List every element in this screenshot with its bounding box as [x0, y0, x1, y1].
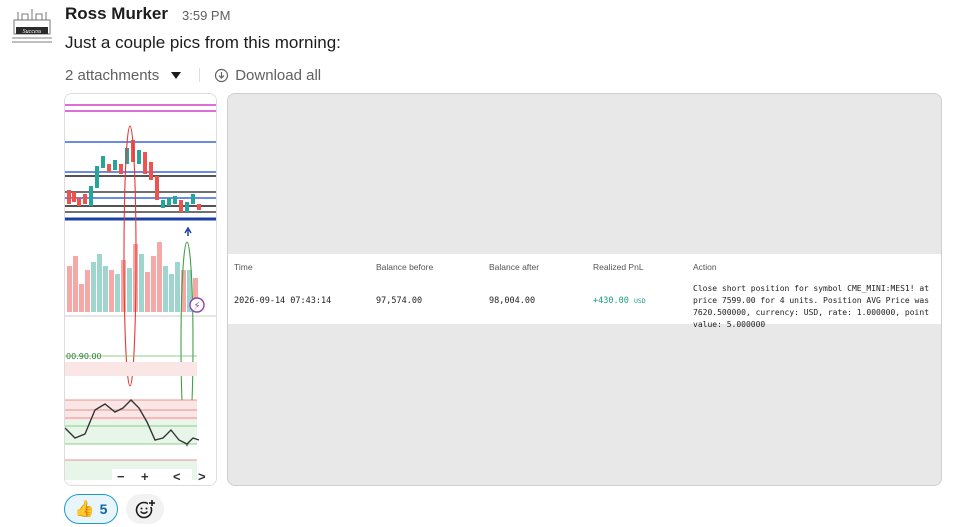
- header-balance-before: Balance before: [376, 262, 434, 272]
- add-reaction-button[interactable]: [126, 494, 164, 524]
- thumbs-up-icon: 👍: [74, 501, 95, 518]
- scroll-left-button[interactable]: <: [173, 469, 181, 484]
- avatar-image: Success: [8, 6, 56, 48]
- scroll-right-button[interactable]: >: [198, 469, 206, 484]
- header-balance-after: Balance after: [489, 262, 540, 272]
- chart-image: ⚡ 00.90.00: [65, 94, 216, 485]
- pnl-value: +430.00: [593, 296, 629, 306]
- cell-balance-before: 97,574.00: [376, 296, 423, 306]
- pnl-currency: USD: [633, 297, 646, 305]
- reaction-count: 5: [99, 501, 108, 517]
- cell-realized-pnl: +430.00 USD: [593, 296, 646, 306]
- zoom-out-button[interactable]: −: [117, 469, 125, 484]
- svg-text:⚡: ⚡: [193, 301, 200, 312]
- message-text: Just a couple pics from this morning:: [65, 33, 341, 52]
- divider: [199, 68, 201, 82]
- header-realized-pnl: Realized PnL: [593, 262, 644, 272]
- author-name[interactable]: Ross Murker: [65, 4, 168, 24]
- trade-table: Time Balance before Balance after Realiz…: [228, 254, 941, 329]
- download-cloud-icon: [215, 68, 229, 82]
- avatar[interactable]: Success: [8, 6, 56, 48]
- download-all-button[interactable]: Download all: [214, 67, 321, 84]
- add-emoji-icon: [135, 499, 156, 519]
- avatar-logo-text: Success: [23, 29, 42, 35]
- attachment-chart-image[interactable]: ⚡ 00.90.00 − + < >: [64, 93, 217, 486]
- download-all-label: Download all: [235, 66, 322, 84]
- chart-level-label: 00.90.00: [66, 352, 102, 361]
- cell-balance-after: 98,004.00: [489, 296, 536, 306]
- header-time: Time: [234, 262, 253, 272]
- header-action: Action: [693, 262, 717, 272]
- attachments-count: 2 attachments: [65, 66, 160, 84]
- attachments-toggle[interactable]: 2 attachments: [65, 66, 182, 84]
- attachment-trade-table-image[interactable]: Time Balance before Balance after Realiz…: [227, 93, 942, 486]
- message-timestamp[interactable]: 3:59 PM: [182, 8, 230, 23]
- cell-time: 2026-09-14 07:43:14: [234, 296, 332, 306]
- thumbs-up-reaction[interactable]: 👍 5: [64, 494, 118, 524]
- caret-down-icon: [171, 71, 182, 79]
- zoom-in-button[interactable]: +: [141, 469, 149, 484]
- attachments-bar: 2 attachments Download all: [65, 65, 321, 85]
- cell-action: Close short position for symbol CME_MINI…: [693, 284, 930, 329]
